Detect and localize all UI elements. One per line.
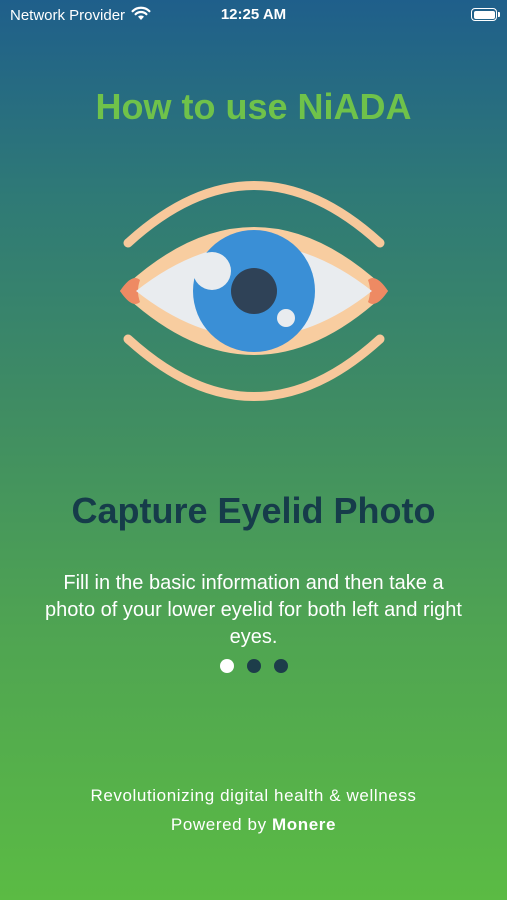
page-dot[interactable] <box>273 659 288 673</box>
page-dot[interactable] <box>246 659 261 673</box>
status-time: 12:25 AM <box>220 6 287 23</box>
brand-name: Monere <box>272 815 337 834</box>
battery-cap <box>498 12 500 17</box>
page-title: How to use NiADA <box>95 86 412 127</box>
battery-level <box>473 10 495 19</box>
page-indicator[interactable] <box>0 659 507 673</box>
step-heading: Capture Eyelid Photo <box>71 490 436 531</box>
battery-icon <box>471 8 500 21</box>
powered-by: Powered by Monere <box>0 815 507 835</box>
footer-tagline: Revolutionizing digital health & wellnes… <box>90 786 417 805</box>
eye-icon <box>118 168 390 414</box>
status-bar: Network Provider 12:25 AM <box>0 0 507 32</box>
step-description: Fill in the basic information and then t… <box>45 572 462 648</box>
powered-by-prefix: Powered by <box>170 815 267 834</box>
page-dot[interactable] <box>219 659 234 673</box>
